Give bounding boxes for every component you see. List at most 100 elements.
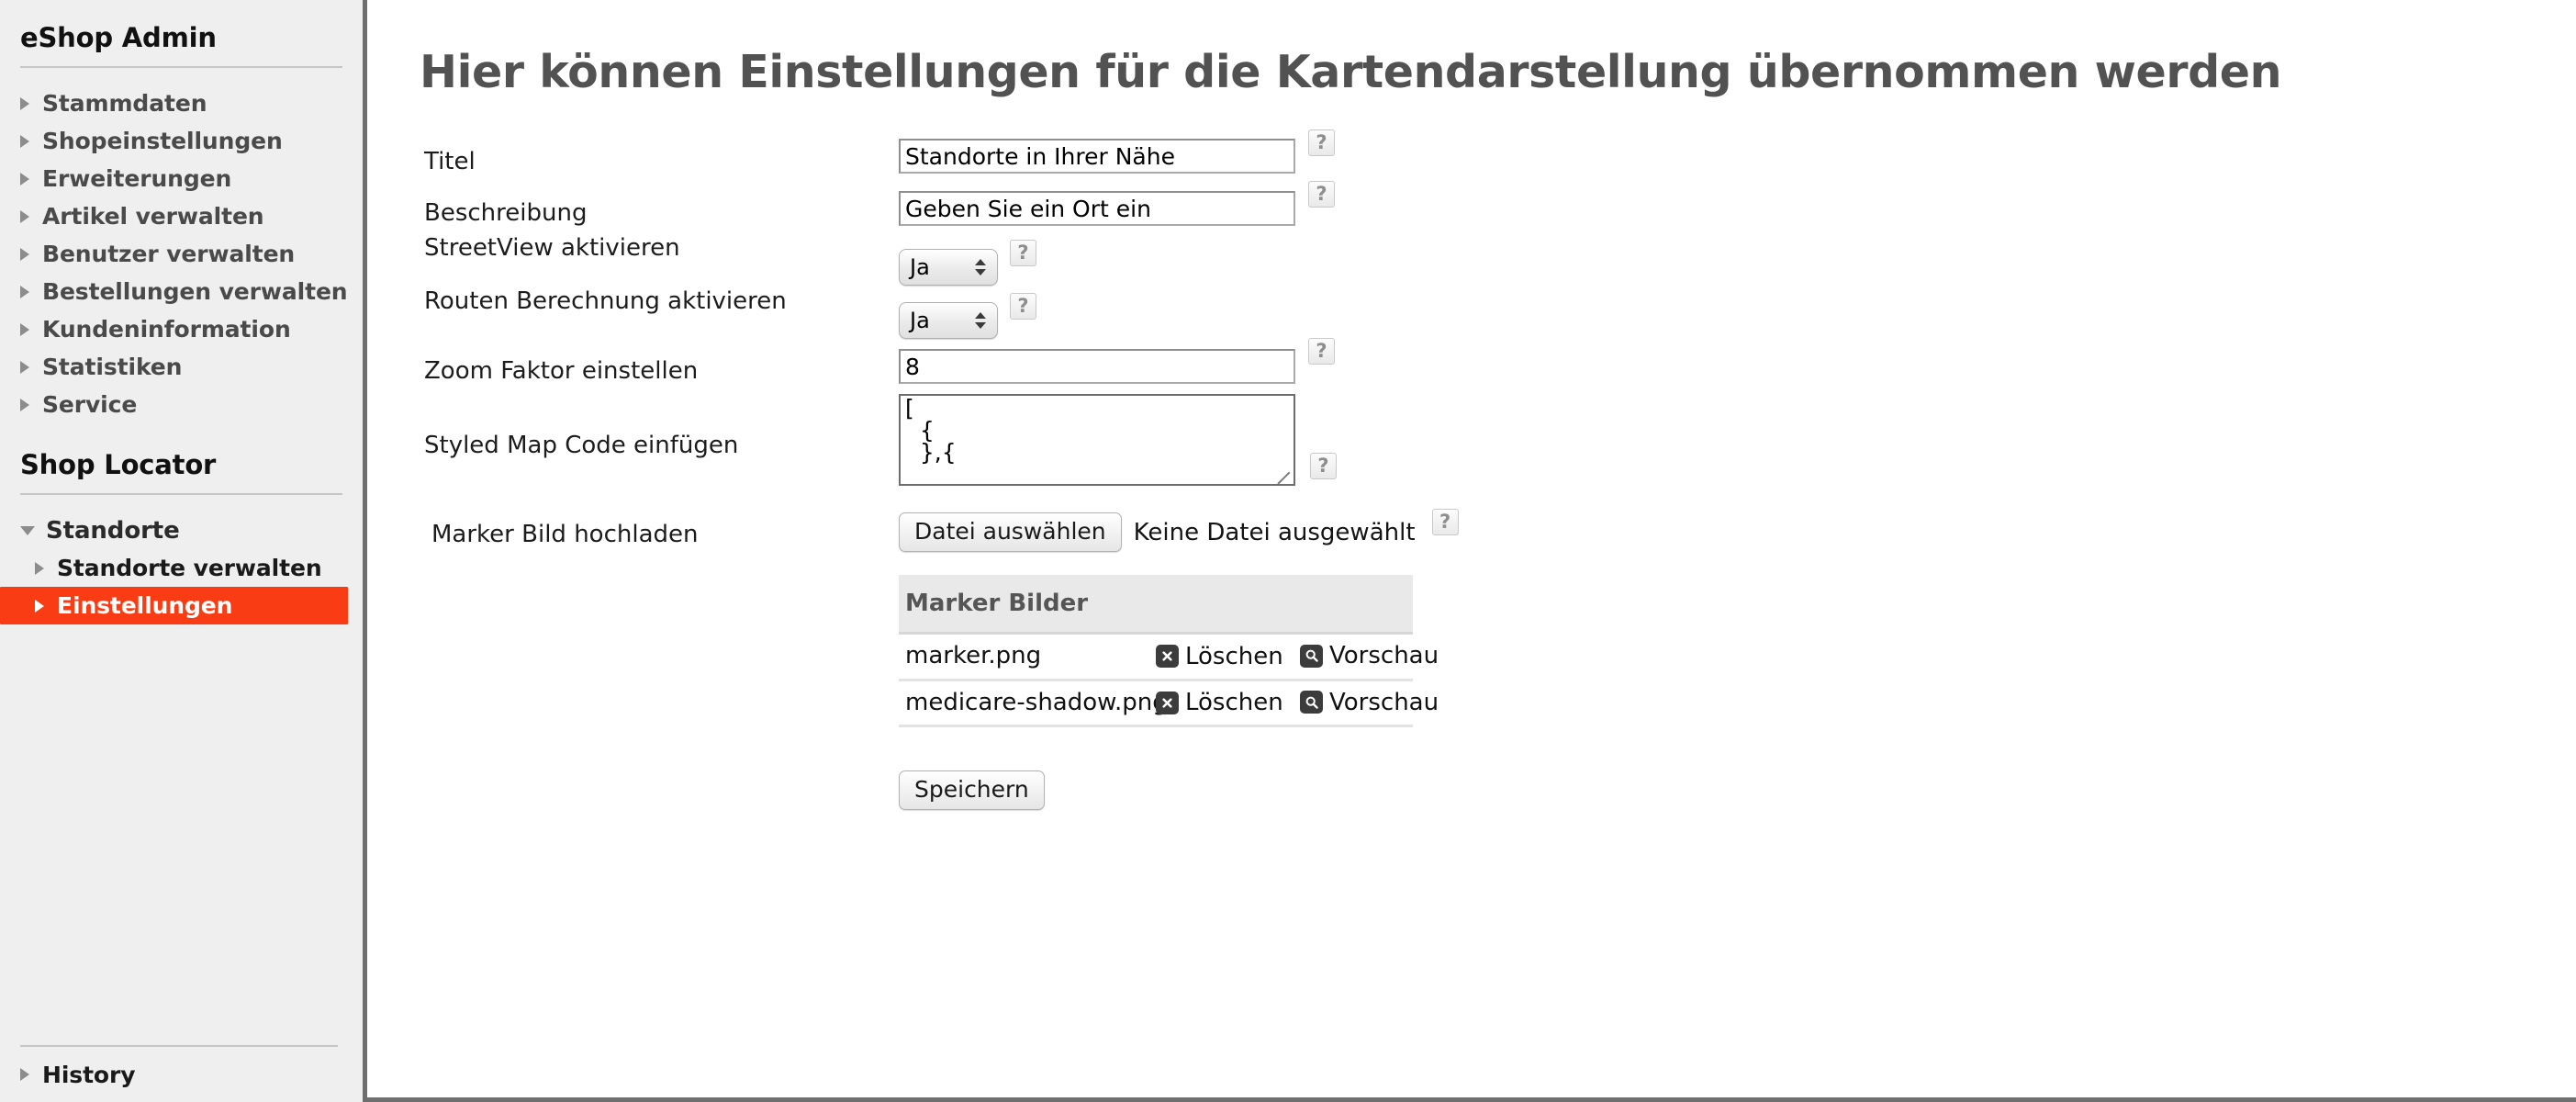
sidebar-item-benutzer-verwalten[interactable]: Benutzer verwalten (0, 235, 363, 273)
streetview-select-value: Ja (910, 254, 930, 280)
chevron-right-icon (20, 322, 29, 336)
marker-table-header-label: Marker Bilder (899, 575, 1413, 635)
sidebar-item-shopeinstellungen[interactable]: Shopeinstellungen (0, 122, 363, 160)
help-icon-titel[interactable]: ? (1308, 129, 1335, 156)
choose-file-button[interactable]: Datei auswählen (899, 512, 1122, 552)
sidebar-item-label: Statistiken (42, 354, 183, 380)
label-streetview: StreetView aktivieren (424, 234, 680, 262)
help-icon-routen[interactable]: ? (1010, 293, 1036, 320)
chevron-right-icon (20, 1068, 29, 1081)
page-title: Hier können Einstellungen für die Karten… (420, 46, 2282, 98)
chevron-right-icon (20, 134, 29, 148)
delete-label: Löschen (1185, 689, 1283, 716)
label-marker-upload: Marker Bild hochladen (431, 521, 699, 548)
app-window: eShop Admin Stammdaten Shopeinstellungen… (0, 0, 2576, 1102)
search-icon (1300, 691, 1323, 714)
form-row-titel: Titel ? (420, 129, 1888, 175)
chevron-right-icon (20, 285, 29, 298)
sidebar-item-statistiken[interactable]: Statistiken (0, 348, 363, 386)
chevron-right-icon (20, 96, 29, 110)
delete-action[interactable]: Löschen (1156, 689, 1283, 716)
sidebar-item-label: Artikel verwalten (42, 203, 264, 230)
sidebar-item-standorte-verwalten[interactable]: Standorte verwalten (0, 549, 363, 587)
sidebar-admin-menu: Stammdaten Shopeinstellungen Erweiterung… (0, 84, 363, 423)
preview-action[interactable]: Vorschau (1300, 689, 1439, 716)
label-routen: Routen Berechnung aktivieren (424, 287, 787, 315)
titel-input[interactable] (899, 139, 1295, 174)
chevron-down-icon (20, 525, 35, 535)
no-file-label: Keine Datei ausgewählt (1133, 518, 1416, 546)
marker-images-table: Marker Bilder marker.png Löschen Vorscha… (899, 575, 1439, 727)
search-icon (1300, 644, 1323, 668)
help-icon-beschreibung[interactable]: ? (1308, 181, 1335, 208)
control-styledmap: [ { },{ ? (899, 394, 1337, 489)
sidebar-item-label: Stammdaten (42, 90, 207, 117)
sidebar-item-label: Benutzer verwalten (42, 241, 296, 267)
table-row: medicare-shadow.png Löschen Vorschau (899, 680, 1439, 727)
chevron-right-icon (20, 209, 29, 223)
sidebar-item-stammdaten[interactable]: Stammdaten (0, 84, 363, 122)
routen-select-value: Ja (910, 308, 930, 333)
sidebar-item-artikel-verwalten[interactable]: Artikel verwalten (0, 197, 363, 235)
label-zoom: Zoom Faktor einstellen (424, 357, 699, 385)
sidebar-item-label: Service (42, 391, 138, 418)
label-styledmap: Styled Map Code einfügen (424, 432, 739, 459)
styledmap-textarea[interactable]: [ { },{ (899, 394, 1295, 486)
sidebar-item-service[interactable]: Service (0, 386, 363, 423)
control-beschreibung: ? (899, 181, 1335, 226)
sidebar-item-bestellungen-verwalten[interactable]: Bestellungen verwalten (0, 273, 363, 310)
sidebar-admin-title: eShop Admin (20, 22, 217, 53)
stepper-arrows-icon (975, 312, 986, 329)
label-beschreibung: Beschreibung (424, 199, 588, 227)
preview-label: Vorschau (1329, 688, 1439, 716)
file-upload-row: Datei auswählen Keine Datei ausgewählt ? (899, 509, 1459, 552)
preview-action[interactable]: Vorschau (1300, 642, 1439, 669)
close-icon (1156, 645, 1179, 668)
sidebar-item-kundeninformation[interactable]: Kundeninformation (0, 310, 363, 348)
sidebar-divider-locator (20, 493, 342, 495)
sidebar: eShop Admin Stammdaten Shopeinstellungen… (0, 0, 367, 1102)
sidebar-item-label: Standorte (46, 516, 180, 545)
save-button-wrap: Speichern (899, 770, 1045, 810)
zoom-input[interactable] (899, 349, 1295, 384)
control-marker-upload: Datei auswählen Keine Datei ausgewählt ?… (899, 509, 1459, 810)
settings-form: Titel ? Beschreibung ? StreetView aktivi… (420, 129, 1888, 810)
delete-action[interactable]: Löschen (1156, 643, 1283, 670)
form-row-zoom: Zoom Faktor einstellen ? (420, 338, 1888, 385)
preview-label: Vorschau (1329, 642, 1439, 669)
main-content: Hier können Einstellungen für die Karten… (367, 0, 2576, 1102)
control-titel: ? (899, 129, 1335, 174)
chevron-right-icon (35, 599, 44, 613)
sidebar-item-standorte[interactable]: Standorte (0, 512, 363, 549)
sidebar-divider-admin (20, 66, 342, 68)
marker-row-actions: Löschen Vorschau (1156, 680, 1439, 727)
sidebar-item-einstellungen[interactable]: Einstellungen (0, 587, 348, 624)
marker-filename: marker.png (899, 633, 1156, 681)
help-icon-zoom[interactable]: ? (1308, 338, 1335, 365)
form-row-routen: Routen Berechnung aktivieren Ja ? (420, 284, 1888, 339)
sidebar-item-label: Kundeninformation (42, 316, 291, 343)
routen-select[interactable]: Ja (899, 302, 998, 339)
close-icon (1156, 691, 1179, 714)
sidebar-item-label: History (42, 1061, 136, 1088)
control-zoom: ? (899, 338, 1335, 384)
help-icon-streetview[interactable]: ? (1010, 240, 1036, 266)
chevron-right-icon (20, 360, 29, 374)
marker-table-header-row: Marker Bilder (899, 575, 1413, 635)
help-icon-marker-upload[interactable]: ? (1431, 509, 1459, 535)
save-button[interactable]: Speichern (899, 770, 1045, 810)
sidebar-footer: History (0, 1032, 358, 1102)
marker-filename: medicare-shadow.png (899, 680, 1168, 727)
chevron-right-icon (35, 561, 44, 575)
stepper-arrows-icon (975, 259, 986, 276)
chevron-right-icon (20, 398, 29, 411)
form-row-styledmap: Styled Map Code einfügen [ { },{ ? (420, 394, 1888, 489)
control-routen: Ja ? (899, 293, 1036, 339)
sidebar-item-label: Bestellungen verwalten (42, 278, 348, 305)
sidebar-item-history[interactable]: History (0, 1047, 358, 1102)
streetview-select[interactable]: Ja (899, 249, 998, 286)
beschreibung-input[interactable] (899, 191, 1295, 226)
chevron-right-icon (20, 172, 29, 186)
help-icon-styledmap[interactable]: ? (1310, 453, 1337, 479)
sidebar-item-erweiterungen[interactable]: Erweiterungen (0, 160, 363, 197)
